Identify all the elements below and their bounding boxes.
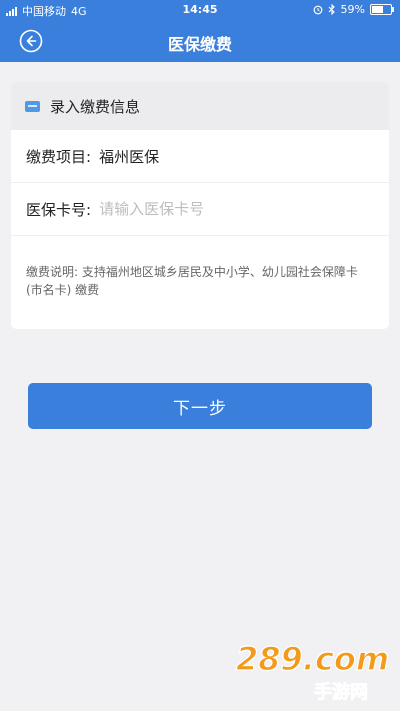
payment-info-card: 录入缴费信息 缴费项目: 福州医保 医保卡号: 缴费说明: 支持福州地区城乡居民…	[11, 82, 389, 329]
battery-icon	[370, 4, 394, 15]
payment-note: 缴费说明: 支持福州地区城乡居民及中小学、幼儿园社会保障卡 (市名卡) 缴费	[26, 265, 358, 297]
card-header-title: 录入缴费信息	[50, 97, 141, 116]
card-icon	[25, 100, 40, 112]
watermark-caption: 手游网	[314, 681, 368, 703]
payment-item-label: 缴费项目:	[26, 147, 92, 166]
medical-card-row: 医保卡号:	[11, 183, 389, 236]
watermark-brand: 289.com	[236, 640, 389, 678]
medical-card-input[interactable]	[99, 200, 350, 218]
status-right: 59%	[313, 3, 394, 16]
bluetooth-icon	[328, 4, 335, 15]
battery-fill	[372, 6, 383, 13]
alarm-icon	[313, 5, 322, 14]
nav-bar: 医保缴费	[0, 20, 400, 62]
payment-item-row: 缴费项目: 福州医保	[11, 130, 389, 183]
medical-card-label: 医保卡号:	[26, 200, 92, 219]
battery-percent: 59%	[340, 3, 365, 16]
watermark-logo: 289.com 手游网	[235, 639, 389, 703]
page-title: 医保缴费	[167, 35, 232, 54]
card-header: 录入缴费信息	[11, 82, 389, 130]
status-bar: 中国移动 4G 14:45 59%	[0, 0, 400, 20]
payment-item-value: 福州医保	[99, 147, 160, 166]
next-step-button[interactable]: 下一步	[28, 383, 372, 429]
